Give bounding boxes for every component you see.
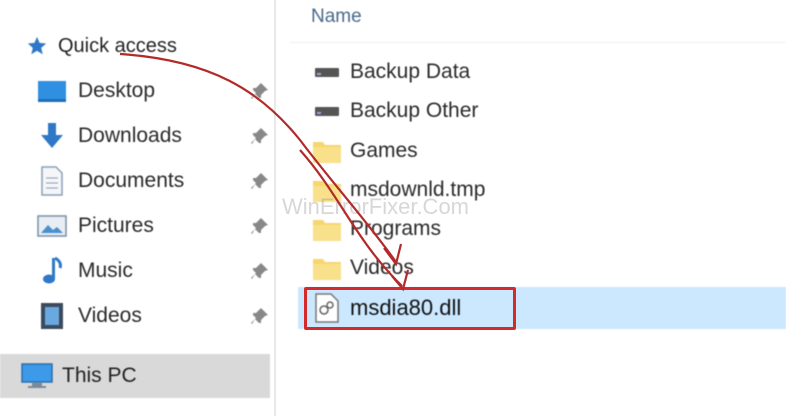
music-icon [36,255,68,287]
drive-icon [310,57,344,87]
navigation-pane: Quick access Desktop Downloads Documents… [0,0,272,416]
folder-icon [310,136,344,166]
documents-icon [36,165,68,197]
highlight-box [304,287,516,330]
file-name: Backup Other [350,99,479,122]
computer-icon [20,360,56,392]
star-icon [27,36,47,55]
sidebar-item-videos[interactable]: Videos [36,296,272,336]
sidebar-item-label: Desktop [78,79,156,102]
pin-icon[interactable] [250,306,270,326]
file-name: Backup Data [350,60,471,83]
sidebar-item-label: Music [78,259,133,282]
sidebar-item-label: Quick access [58,34,177,57]
file-name: Programs [350,217,442,240]
sidebar-item-documents[interactable]: Documents [36,161,272,201]
sidebar-item-quick-access[interactable]: Quick access [26,30,177,62]
file-row[interactable]: Backup Data [310,53,786,91]
pin-icon[interactable] [250,216,270,236]
pane-divider[interactable] [274,0,276,416]
pin-icon[interactable] [250,261,270,281]
pin-icon[interactable] [250,126,270,146]
sidebar-item-downloads[interactable]: Downloads [36,116,272,156]
sidebar-item-pictures[interactable]: Pictures [36,206,272,246]
sidebar-item-label: Downloads [78,124,182,147]
downloads-icon [36,120,68,152]
column-header-name[interactable]: Name [311,6,362,28]
sidebar-item-music[interactable]: Music [36,251,272,291]
sidebar-item-label: Videos [78,304,142,327]
file-row[interactable]: Videos [310,249,786,287]
pin-icon[interactable] [250,81,270,101]
desktop-icon [36,75,68,107]
sidebar-item-label: This PC [62,364,137,387]
watermark: WinErrorFixer.Com [282,194,470,219]
sidebar-item-label: Documents [78,169,185,192]
pin-icon[interactable] [250,171,270,191]
folder-icon [310,253,344,283]
pictures-icon [36,210,68,242]
file-row[interactable]: Backup Other [310,92,786,130]
sidebar-item-label: Pictures [78,214,154,237]
videos-icon [36,300,68,332]
file-name: Videos [350,256,414,279]
sidebar-item-this-pc[interactable]: This PC [0,354,270,398]
file-row[interactable]: Games [310,132,786,170]
drive-icon [310,96,344,126]
header-separator [290,42,786,43]
file-name: Games [350,139,418,162]
sidebar-item-desktop[interactable]: Desktop [36,71,272,111]
